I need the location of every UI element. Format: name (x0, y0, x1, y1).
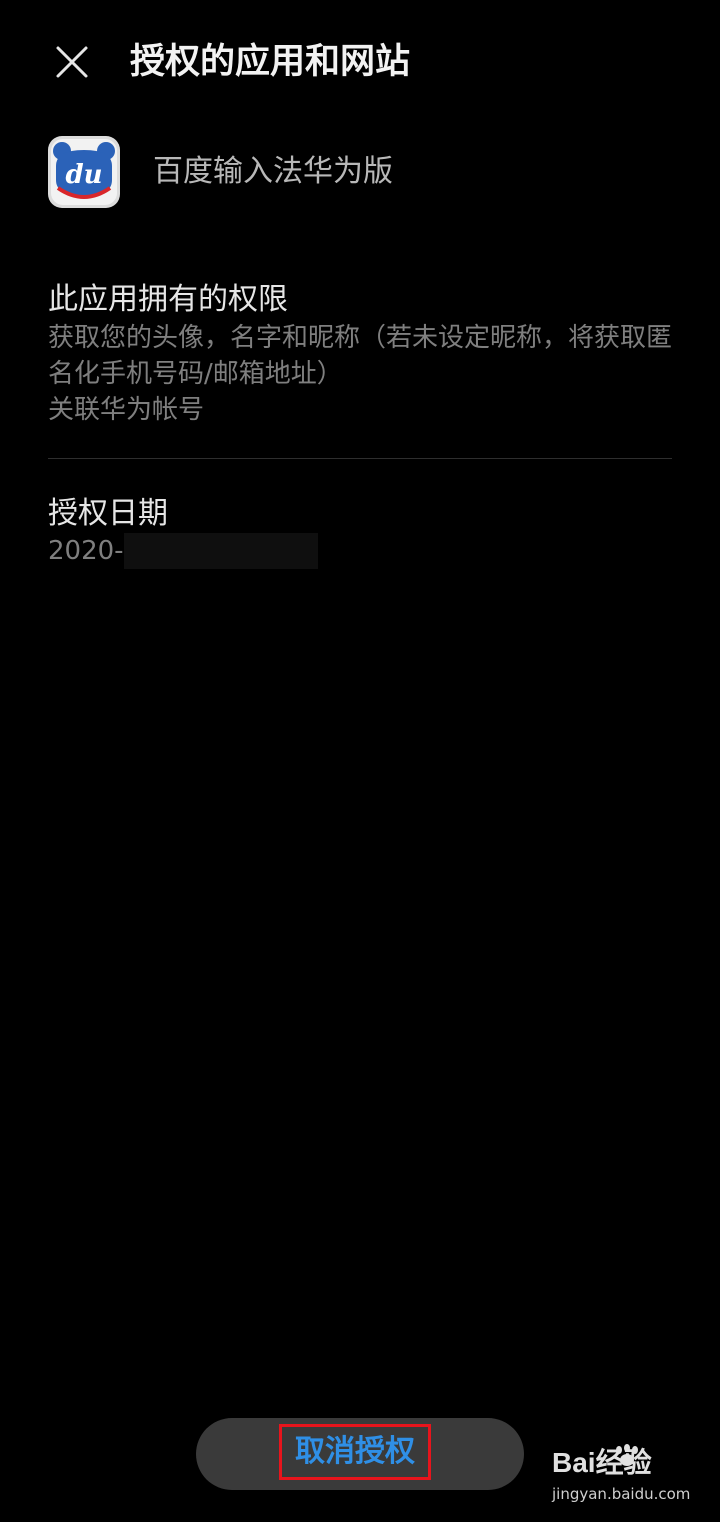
authorization-date-title: 授权日期 (48, 496, 168, 531)
header: 授权的应用和网站 (0, 0, 720, 124)
baidu-jingyan-watermark: Bai经验 jingyan.baidu.com (552, 1440, 712, 1510)
revoke-authorization-label: 取消授权 (279, 1424, 431, 1480)
redacted-date (123, 533, 318, 569)
authorization-date-row: 2020- (48, 533, 318, 569)
permission-item: 获取您的头像，名字和昵称（若未设定昵称，将获取匿名化手机号码/邮箱地址） (48, 323, 673, 389)
revoke-authorization-button[interactable]: 取消授权 (196, 1418, 524, 1490)
close-button[interactable] (48, 38, 96, 86)
close-icon (56, 46, 88, 78)
divider (48, 458, 672, 459)
baidu-logo-icon: Bai经验 (552, 1440, 702, 1480)
permission-item: 关联华为帐号 (48, 395, 205, 425)
page-title: 授权的应用和网站 (130, 42, 411, 82)
watermark-url: jingyan.baidu.com (552, 1485, 691, 1503)
permissions-title: 此应用拥有的权限 (48, 282, 288, 317)
baidu-input-app-icon: du (48, 136, 120, 208)
app-row: du 百度输入法华为版 (48, 136, 672, 208)
app-name: 百度输入法华为版 (153, 154, 393, 189)
permissions-list: 获取您的头像，名字和昵称（若未设定昵称，将获取匿名化手机号码/邮箱地址） 关联华… (48, 320, 672, 428)
authorization-date-value: 2020- (48, 536, 124, 566)
app-icon-text: du (65, 160, 102, 190)
